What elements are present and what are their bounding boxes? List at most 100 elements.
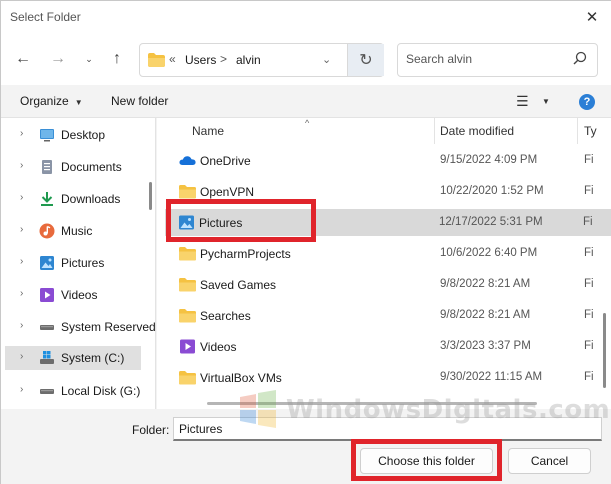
sidebar-item-pictures[interactable]: › Pictures (1, 251, 154, 275)
list-item-saved-games[interactable]: Saved Games 9/8/2022 8:21 AM Fi (166, 271, 611, 298)
file-type: Fi (584, 309, 594, 321)
breadcrumb-alvin[interactable]: alvin (236, 53, 261, 67)
file-type: Fi (584, 278, 594, 290)
close-button[interactable]: ✕ (572, 1, 611, 33)
chevron-right-icon[interactable]: › (20, 384, 23, 395)
file-name: Searches (200, 309, 251, 323)
chevron-right-icon[interactable]: › (20, 160, 23, 171)
caret-down-icon[interactable]: ▼ (542, 97, 550, 106)
breadcrumb-separator[interactable]: > (220, 52, 227, 66)
column-header-date-modified[interactable]: Date modified (440, 124, 514, 138)
file-date: 9/8/2022 8:21 AM (440, 309, 531, 321)
folder-icon (179, 371, 196, 385)
column-header-name[interactable]: Name (192, 124, 224, 138)
navigation-scrollbar[interactable] (149, 182, 152, 210)
sidebar-item-downloads[interactable]: › Downloads (1, 187, 154, 211)
window-title: Select Folder (10, 10, 81, 24)
title-bar: Select Folder ✕ (1, 1, 611, 33)
sidebar-item-desktop[interactable]: › Desktop (1, 123, 154, 147)
command-bar: Organize ▼ New folder ☰ ▼ ? (1, 85, 611, 118)
file-date: 12/17/2022 5:31 PM (439, 216, 543, 228)
address-dropdown-icon[interactable]: ⌄ (322, 53, 331, 66)
sidebar-item-system-c[interactable]: › System (C:) (5, 346, 141, 370)
sidebar-item-music[interactable]: › Music (1, 219, 154, 243)
file-list-vertical-scrollbar[interactable] (603, 313, 606, 388)
file-type: Fi (584, 154, 594, 166)
folder-icon (148, 53, 165, 67)
file-date: 10/6/2022 6:40 PM (440, 247, 538, 259)
desktop-icon (40, 129, 54, 142)
search-icon[interactable] (573, 51, 587, 65)
cancel-button[interactable]: Cancel (508, 448, 591, 474)
sidebar-item-label: Music (61, 224, 93, 238)
new-folder-label: New folder (111, 94, 169, 108)
folder-icon (179, 309, 196, 323)
file-list: ^ Name Date modified Ty OneDrive 9/15/20… (157, 118, 611, 409)
chevron-right-icon[interactable]: › (20, 351, 23, 362)
sidebar-item-local-disk-g[interactable]: › Local Disk (G:) (1, 379, 154, 403)
chevron-right-icon[interactable]: › (20, 224, 23, 235)
address-overflow[interactable]: « (169, 52, 176, 66)
navigation-bar: ← → ⌄ ↑ « Users > alvin ⌄ ↻ (1, 33, 611, 85)
chevron-down-icon: ⌄ (85, 53, 93, 64)
search-box[interactable] (397, 43, 598, 77)
file-date: 9/30/2022 11:15 AM (440, 371, 543, 383)
file-date: 10/22/2020 1:52 PM (440, 185, 544, 197)
address-bar[interactable]: « Users > alvin ⌄ ↻ (139, 43, 384, 77)
sidebar-item-videos[interactable]: › Videos (1, 283, 154, 307)
list-item-virtualbox-vms[interactable]: VirtualBox VMs 9/30/2022 11:15 AM Fi (166, 364, 611, 391)
organize-button[interactable]: Organize ▼ (20, 94, 83, 108)
up-button[interactable]: ↑ (105, 47, 129, 71)
file-name: Pictures (199, 216, 243, 230)
sidebar-item-documents[interactable]: › Documents (1, 155, 154, 179)
forward-button[interactable]: → (46, 47, 70, 71)
file-name: OneDrive (200, 154, 251, 168)
arrow-right-icon: → (50, 50, 66, 67)
folder-icon (179, 247, 196, 261)
windows-drive-icon (40, 351, 54, 364)
folder-name-field[interactable] (173, 417, 602, 441)
list-item-pycharmprojects[interactable]: PycharmProjects 10/6/2022 6:40 PM Fi (166, 240, 611, 267)
caret-down-icon: ▼ (74, 98, 83, 107)
column-header-type[interactable]: Ty (584, 124, 597, 138)
search-input[interactable] (406, 52, 566, 66)
chevron-right-icon[interactable]: › (20, 288, 23, 299)
file-name: Videos (200, 340, 237, 354)
file-date: 3/3/2023 3:37 PM (440, 340, 531, 352)
recent-locations-button[interactable]: ⌄ (77, 47, 101, 71)
sidebar-item-label: System (C:) (61, 351, 125, 365)
list-item-openvpn[interactable]: OpenVPN 10/22/2020 1:52 PM Fi (166, 178, 611, 205)
chevron-right-icon[interactable]: › (20, 128, 23, 139)
column-divider[interactable] (577, 118, 578, 144)
file-list-horizontal-scrollbar[interactable] (207, 402, 537, 405)
file-name: PycharmProjects (200, 247, 291, 261)
refresh-button[interactable]: ↻ (347, 44, 384, 76)
chevron-right-icon[interactable]: › (20, 192, 23, 203)
close-icon: ✕ (585, 9, 599, 26)
help-icon[interactable]: ? (579, 94, 595, 110)
column-divider[interactable] (434, 118, 435, 144)
chevron-right-icon[interactable]: › (20, 256, 23, 267)
list-item-videos[interactable]: Videos 3/3/2023 3:37 PM Fi (166, 333, 611, 360)
sidebar-item-label: Downloads (61, 192, 121, 206)
arrow-up-icon: ↑ (113, 50, 121, 67)
sidebar-item-system-reserved[interactable]: › System Reserved (1, 315, 155, 339)
dialog-footer: Folder: Choose this folder Cancel (1, 409, 611, 484)
list-item-pictures[interactable]: Pictures 12/17/2022 5:31 PM Fi (165, 209, 611, 236)
back-button[interactable]: ← (11, 47, 35, 71)
drive-icon (40, 389, 54, 394)
file-type: Fi (583, 216, 593, 228)
choose-this-folder-button[interactable]: Choose this folder (360, 448, 493, 474)
file-name: Saved Games (200, 278, 277, 292)
folder-icon (179, 185, 196, 199)
file-type: Fi (584, 371, 594, 383)
list-item-searches[interactable]: Searches 9/8/2022 8:21 AM Fi (166, 302, 611, 329)
file-type: Fi (584, 247, 594, 259)
sidebar-item-label: Desktop (61, 128, 106, 142)
new-folder-button[interactable]: New folder (111, 94, 168, 108)
breadcrumb-users[interactable]: Users (185, 53, 216, 67)
refresh-icon: ↻ (359, 52, 373, 69)
chevron-right-icon[interactable]: › (20, 320, 23, 331)
view-options-icon[interactable]: ☰ (516, 93, 529, 110)
list-item-onedrive[interactable]: OneDrive 9/15/2022 4:09 PM Fi (166, 147, 611, 174)
